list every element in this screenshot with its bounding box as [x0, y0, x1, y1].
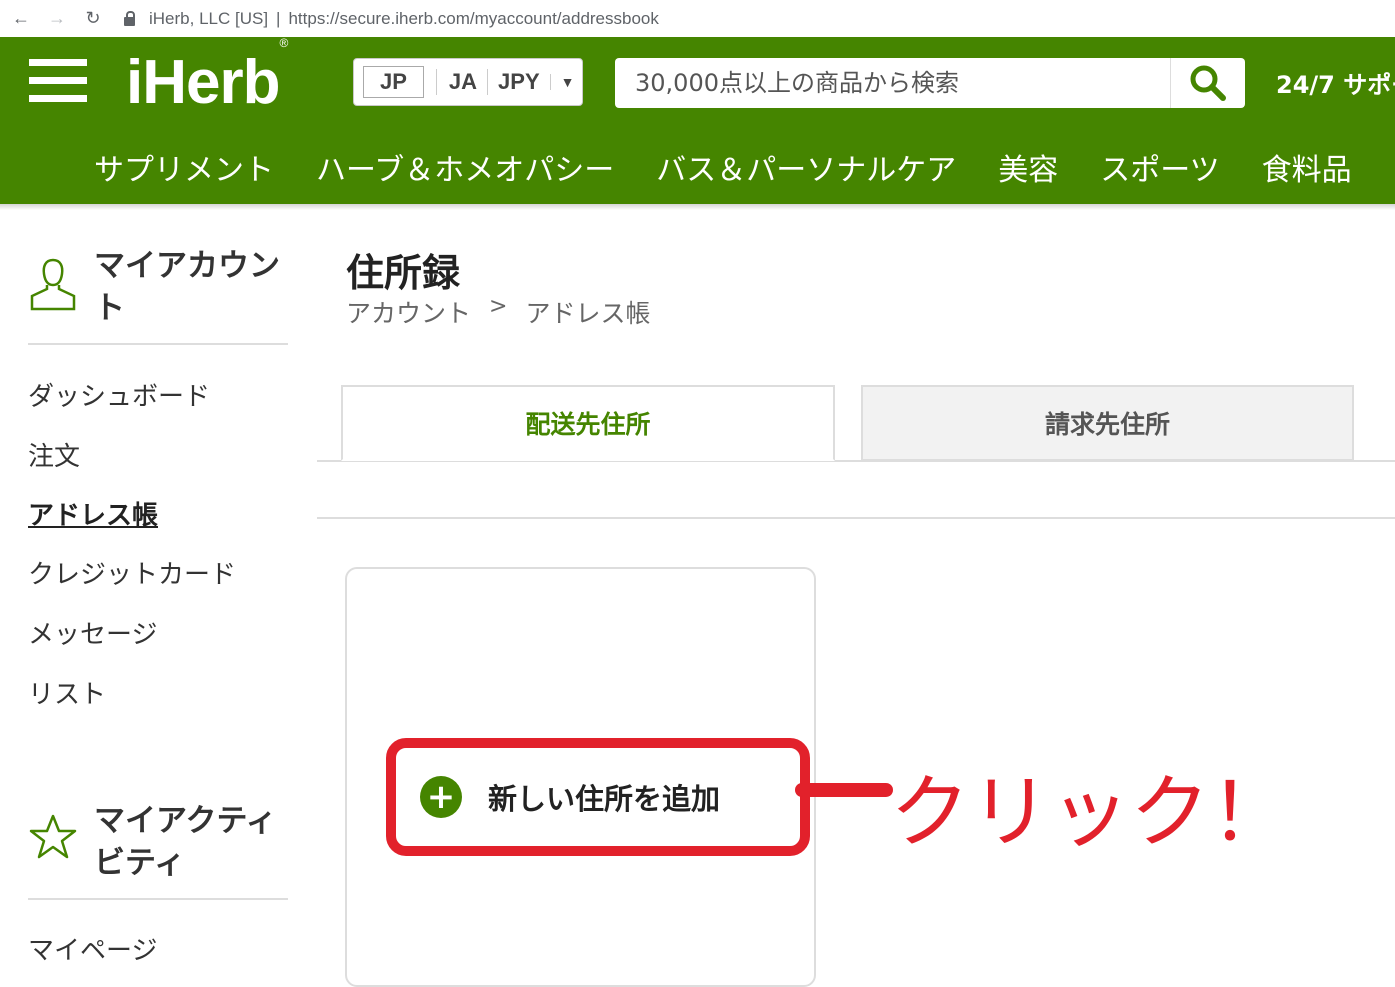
- currency-code: JPY: [487, 69, 540, 95]
- sidebar-item-address-book[interactable]: アドレス帳: [28, 495, 158, 532]
- annotation-click-text: クリック！: [890, 766, 1290, 859]
- nav-supplements[interactable]: サプリメント: [94, 145, 274, 189]
- site-header: iHerb® JP JA JPY ▼ 24/7 サポート サプリメント ハーブ＆…: [0, 36, 1395, 204]
- content-divider: [317, 517, 1395, 519]
- sidebar-item-my-page[interactable]: マイページ: [28, 930, 157, 967]
- nav-sports[interactable]: スポーツ: [1100, 145, 1219, 189]
- chevron-right-icon: >: [489, 294, 508, 319]
- iherb-logo[interactable]: iHerb®: [126, 36, 288, 118]
- nav-herbs[interactable]: ハーブ＆ホメオパシー: [316, 145, 614, 189]
- sidebar-item-messages[interactable]: メッセージ: [28, 614, 157, 651]
- search-box: [615, 58, 1245, 108]
- reload-icon[interactable]: ↻: [78, 8, 108, 29]
- language-code: JA: [435, 69, 477, 95]
- breadcrumb-address-book: アドレス帳: [525, 299, 651, 328]
- site-identity: iHerb, LLC [US]: [149, 8, 269, 28]
- breadcrumb: アカウント > アドレス帳: [346, 294, 650, 330]
- nav-beauty[interactable]: 美容: [998, 145, 1058, 189]
- page-title: 住所録: [346, 251, 461, 295]
- sidebar-item-credit-cards[interactable]: クレジットカード: [28, 554, 236, 591]
- menu-icon[interactable]: [29, 59, 87, 103]
- add-address-button[interactable]: + 新しい住所を追加: [386, 738, 810, 856]
- tab-shipping-address[interactable]: 配送先住所: [341, 385, 835, 461]
- back-arrow-icon[interactable]: ←: [6, 8, 36, 29]
- search-input[interactable]: [633, 59, 1170, 107]
- sidebar-item-orders[interactable]: 注文: [28, 436, 80, 473]
- my-account-heading: マイアカウント: [28, 245, 288, 329]
- sidebar-divider-2: [28, 898, 288, 900]
- sidebar-divider: [28, 343, 288, 345]
- breadcrumb-account[interactable]: アカウント: [346, 294, 471, 330]
- nav-grocery[interactable]: 食料品: [1262, 145, 1352, 189]
- support-link[interactable]: 24/7 サポート: [1276, 65, 1395, 100]
- caret-down-icon: ▼: [549, 74, 575, 90]
- my-activity-heading: マイアクティビティ: [28, 800, 288, 884]
- category-nav: サプリメント ハーブ＆ホメオパシー バス＆パーソナルケア 美容 スポーツ 食料品: [94, 145, 1394, 189]
- tab-billing-address[interactable]: 請求先住所: [861, 385, 1354, 461]
- star-icon: [29, 814, 77, 859]
- url-separator: |: [276, 8, 281, 28]
- country-code: JP: [363, 66, 424, 98]
- account-title: マイアカウント: [94, 248, 280, 326]
- lock-icon: [124, 11, 135, 26]
- url-text[interactable]: https://secure.iherb.com/myaccount/addre…: [288, 9, 658, 29]
- address-bar[interactable]: iHerb, LLC [US] | https://secure.iherb.c…: [124, 9, 659, 29]
- locale-selector[interactable]: JP JA JPY ▼: [353, 58, 583, 106]
- search-icon: [1190, 65, 1226, 101]
- forward-arrow-icon[interactable]: →: [42, 8, 72, 29]
- activity-title: マイアクティビティ: [94, 803, 277, 881]
- annotation-connector: [795, 783, 893, 797]
- sidebar-item-dashboard[interactable]: ダッシュボード: [28, 376, 210, 413]
- add-address-label: 新しい住所を追加: [488, 782, 721, 816]
- sidebar-item-lists[interactable]: リスト: [28, 674, 106, 711]
- browser-toolbar: ← → ↻ iHerb, LLC [US] | https://secure.i…: [0, 0, 1395, 37]
- search-button[interactable]: [1170, 58, 1245, 108]
- header-shadow: [0, 204, 1395, 210]
- nav-bath-personal-care[interactable]: バス＆パーソナルケア: [656, 145, 956, 189]
- user-icon: [30, 258, 76, 311]
- plus-icon: +: [420, 776, 462, 818]
